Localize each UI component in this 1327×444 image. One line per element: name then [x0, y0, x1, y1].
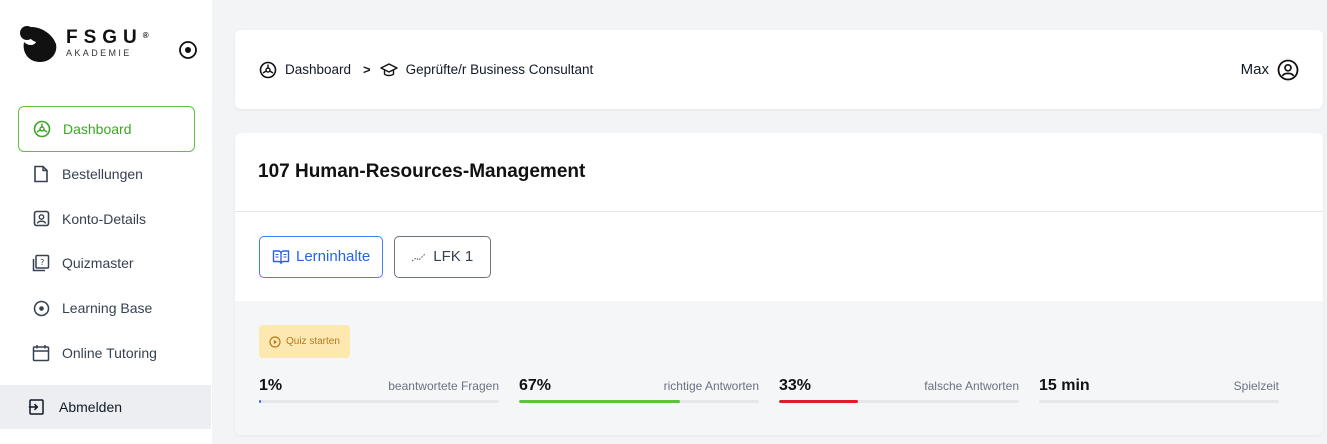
- stat-label: beantwortete Fragen: [388, 379, 499, 393]
- logout-label: Abmelden: [59, 399, 123, 415]
- sidebar-item-label: Konto-Details: [62, 210, 147, 227]
- brand-name: FSGU: [66, 26, 143, 48]
- stat-label: falsche Antworten: [924, 379, 1019, 393]
- breadcrumb: Dashboard > Geprüfte/r Business Consulta…: [259, 61, 593, 79]
- breadcrumb-course-link[interactable]: Geprüfte/r Business Consultant: [406, 62, 594, 77]
- start-quiz-label: Quiz starten: [286, 336, 340, 347]
- stat-playtime: 15 min Spielzeit: [1039, 377, 1279, 407]
- tab-lfk-1[interactable]: LFK 1: [394, 235, 492, 278]
- sidebar-nav: Dashboard Bestellungen Konto-Details ? Q…: [18, 106, 195, 375]
- trend-icon: [411, 251, 427, 263]
- progress-bar: [259, 400, 499, 403]
- sidebar-item-label: Bestellungen: [62, 166, 143, 183]
- tab-lerninhalte[interactable]: Lerninhalte: [259, 235, 384, 278]
- sidebar-toggle-button[interactable]: [177, 39, 199, 61]
- stat-wrong: 33% falsche Antworten: [779, 377, 1019, 407]
- sidebar-item-dashboard[interactable]: Dashboard: [18, 106, 195, 152]
- dashboard-icon: [33, 120, 51, 138]
- progress-fill: [259, 400, 262, 403]
- stat-label: richtige Antworten: [663, 379, 759, 393]
- stat-label: Spielzeit: [1233, 379, 1279, 393]
- progress-bar: [519, 400, 759, 403]
- tab-label: Lerninhalte: [296, 248, 371, 265]
- user-avatar-icon: [1277, 59, 1299, 81]
- progress-fill: [519, 400, 680, 403]
- sidebar-item-learning-base[interactable]: Learning Base: [18, 286, 195, 331]
- stat-value: 67%: [519, 377, 552, 394]
- sidebar-item-quizmaster[interactable]: ? Quizmaster: [18, 241, 195, 286]
- course-tabs: Lerninhalte LFK 1: [235, 212, 1323, 301]
- sidebar-toggle-icon: [179, 41, 197, 59]
- sidebar-item-online-tutoring[interactable]: Online Tutoring: [18, 330, 195, 375]
- target-icon: [32, 299, 50, 317]
- tab-label: LFK 1: [433, 248, 474, 265]
- stat-value: 15 min: [1039, 377, 1090, 394]
- svg-text:?: ?: [40, 258, 44, 267]
- quiz-icon: ?: [32, 254, 50, 272]
- logo[interactable]: FSGU® AKADEMIE: [18, 22, 149, 64]
- stat-value: 1%: [259, 377, 283, 394]
- dashboard-icon: [259, 61, 277, 79]
- sidebar-item-label: Online Tutoring: [62, 344, 157, 361]
- sidebar-item-konto-details[interactable]: Konto-Details: [18, 197, 195, 242]
- start-quiz-button[interactable]: Quiz starten: [259, 325, 350, 358]
- play-circle-icon: [269, 335, 281, 348]
- progress-bar: [779, 400, 1019, 403]
- breadcrumb-dashboard-link[interactable]: Dashboard: [285, 62, 351, 77]
- stat-answered: 1% beantwortete Fragen: [259, 377, 499, 407]
- quiz-stats-panel: Quiz starten 1% beantwortete Fragen 67% …: [235, 301, 1323, 435]
- sidebar-item-label: Quizmaster: [62, 255, 134, 272]
- stat-correct: 67% richtige Antworten: [519, 377, 759, 407]
- brand-registered: ®: [142, 30, 149, 40]
- logout-icon: [28, 398, 46, 416]
- user-menu[interactable]: Max: [1241, 59, 1299, 81]
- calendar-icon: [32, 344, 50, 362]
- progress-fill: [779, 400, 859, 403]
- graduation-cap-icon: [379, 61, 398, 79]
- sidebar-item-label: Learning Base: [62, 300, 153, 317]
- user-name: Max: [1240, 61, 1269, 78]
- account-icon: [32, 210, 50, 228]
- file-icon: [32, 165, 50, 183]
- breadcrumb-separator: >: [363, 62, 371, 77]
- sidebar-item-bestellungen[interactable]: Bestellungen: [18, 152, 195, 197]
- sidebar-item-label: Dashboard: [63, 121, 132, 137]
- stat-value: 33%: [779, 377, 812, 394]
- course-card: 107 Human-Resources-Management Lerninhal…: [235, 133, 1323, 435]
- sidebar: FSGU® AKADEMIE Dashboard Bestellungen Ko: [0, 0, 212, 444]
- logo-mark-icon: [18, 22, 60, 64]
- book-icon: [272, 249, 290, 265]
- brand-subtitle: AKADEMIE: [66, 47, 132, 58]
- top-header: Dashboard > Geprüfte/r Business Consulta…: [235, 30, 1323, 109]
- course-title: 107 Human-Resources-Management: [235, 133, 1323, 212]
- progress-bar: [1039, 400, 1279, 403]
- logout-button[interactable]: Abmelden: [0, 385, 211, 429]
